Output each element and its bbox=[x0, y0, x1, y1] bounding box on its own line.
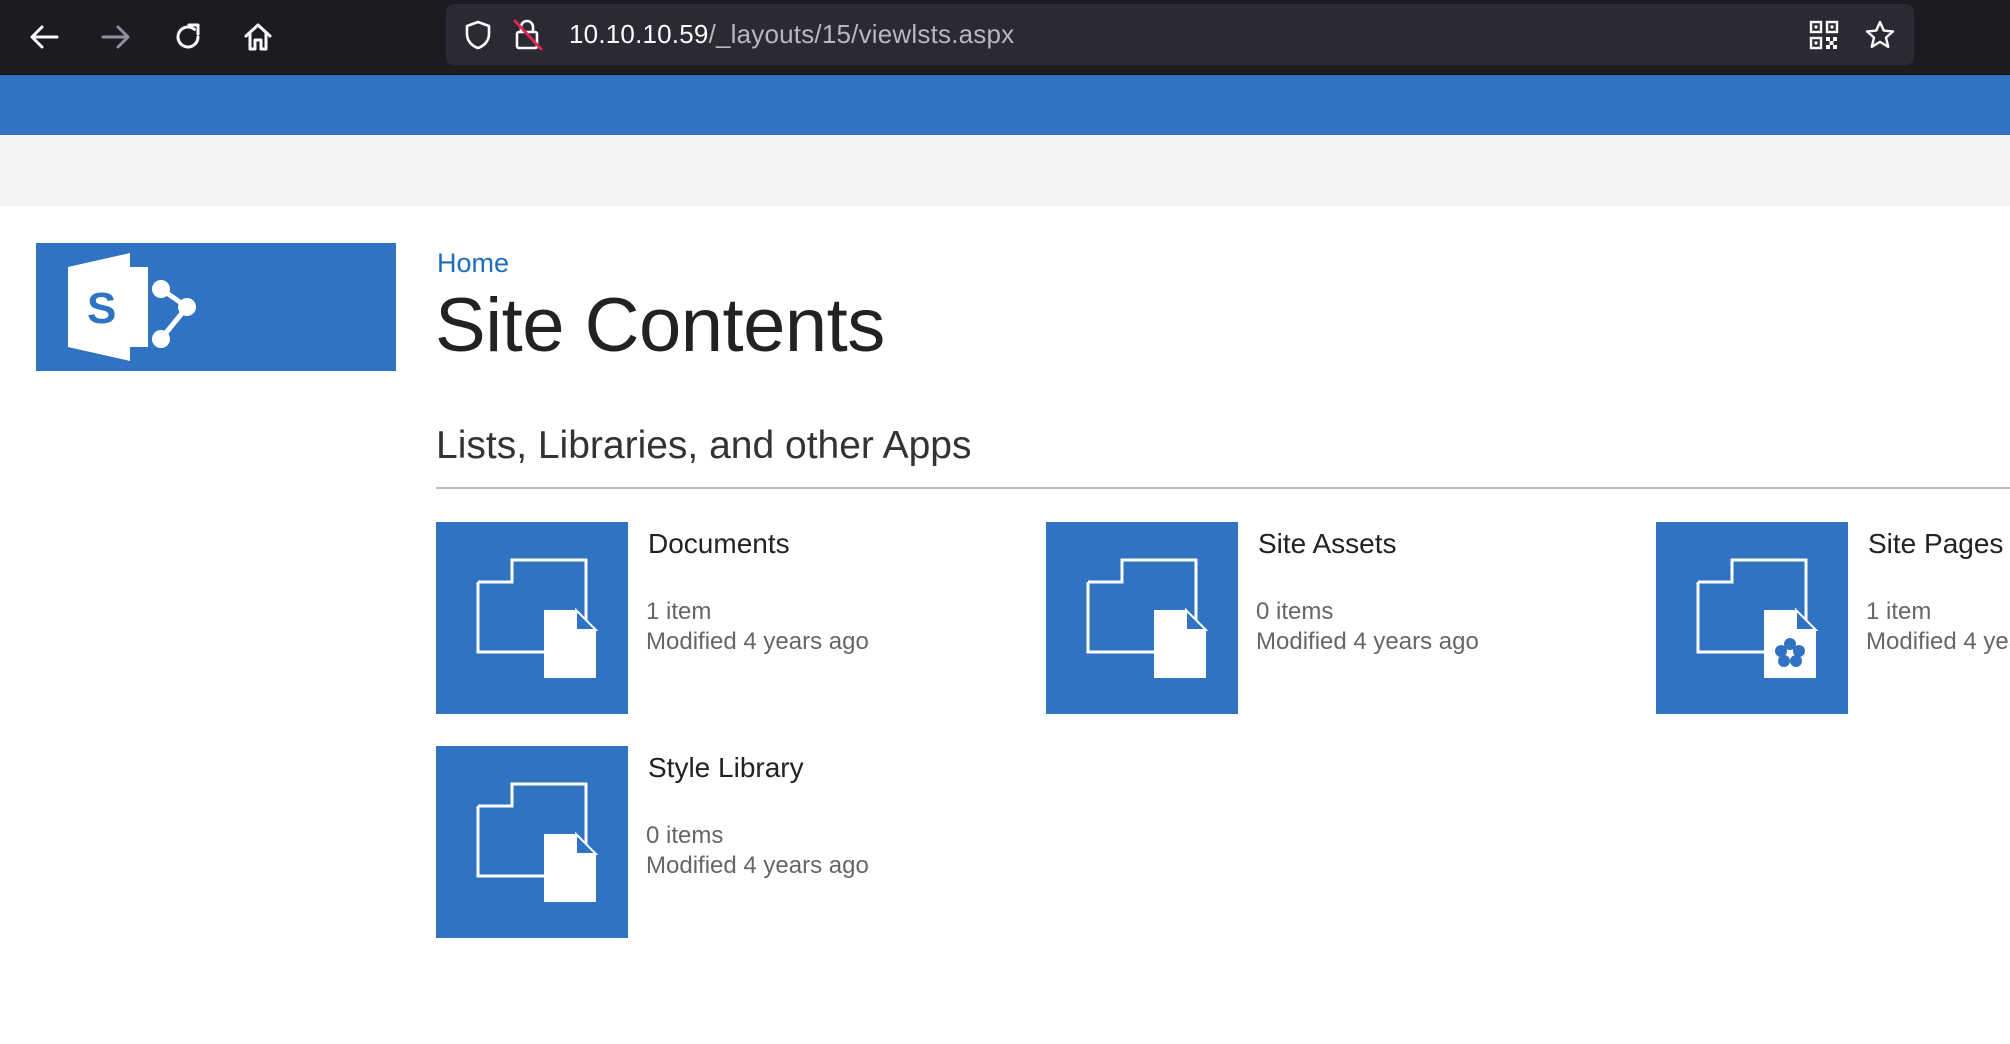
qr-code-icon[interactable] bbox=[1806, 17, 1842, 53]
svg-text:S: S bbox=[87, 284, 116, 333]
insecure-lock-icon[interactable] bbox=[510, 17, 546, 53]
reload-icon[interactable] bbox=[166, 15, 210, 59]
document-library-icon[interactable] bbox=[1046, 522, 1238, 714]
tile-title[interactable]: Documents bbox=[648, 528, 790, 560]
tile-modified: Modified 4 years ago bbox=[646, 852, 869, 879]
tile-item-count: 1 item bbox=[1866, 598, 1932, 625]
tile-modified: Modified 4 years ago bbox=[646, 628, 869, 655]
document-library-icon[interactable] bbox=[436, 746, 628, 938]
site-pages-library-icon[interactable] bbox=[1656, 522, 1848, 714]
sharepoint-logo-icon: S bbox=[68, 253, 196, 361]
tile-modified: Modified 4 yea bbox=[1866, 628, 2010, 655]
bookmark-star-icon[interactable] bbox=[1862, 17, 1898, 53]
tile-title[interactable]: Style Library bbox=[648, 752, 804, 784]
home-icon[interactable] bbox=[236, 15, 280, 59]
tile-modified: Modified 4 years ago bbox=[1256, 628, 1479, 655]
section-heading: Lists, Libraries, and other Apps bbox=[436, 424, 972, 467]
browser-toolbar: 10.10.10.59/_layouts/15/viewlsts.aspx bbox=[0, 0, 2010, 75]
app-tile-documents[interactable]: Documents 1 item Modified 4 years ago bbox=[436, 522, 1036, 714]
page-title: Site Contents bbox=[435, 283, 885, 368]
forward-arrow-icon[interactable] bbox=[94, 15, 138, 59]
app-tile-site-pages[interactable]: Site Pages 1 item Modified 4 yea bbox=[1656, 522, 2010, 714]
url-host: 10.10.10.59 bbox=[569, 19, 709, 49]
ribbon-bar bbox=[0, 135, 2010, 206]
tile-item-count: 1 item bbox=[646, 598, 712, 625]
app-tile-style-library[interactable]: Style Library 0 items Modified 4 years a… bbox=[436, 746, 1036, 938]
url-bar[interactable]: 10.10.10.59/_layouts/15/viewlsts.aspx bbox=[446, 4, 1914, 65]
back-arrow-icon[interactable] bbox=[22, 15, 66, 59]
suite-bar bbox=[0, 75, 2010, 135]
breadcrumb-home-link[interactable]: Home bbox=[437, 248, 509, 279]
document-library-icon[interactable] bbox=[436, 522, 628, 714]
site-logo[interactable]: S bbox=[36, 243, 396, 371]
tile-title[interactable]: Site Pages bbox=[1868, 528, 2003, 560]
tile-title[interactable]: Site Assets bbox=[1258, 528, 1397, 560]
url-path: /_layouts/15/viewlsts.aspx bbox=[708, 19, 1015, 49]
tile-item-count: 0 items bbox=[646, 822, 724, 849]
section-divider bbox=[436, 487, 2010, 489]
app-tile-site-assets[interactable]: Site Assets 0 items Modified 4 years ago bbox=[1046, 522, 1646, 714]
url-text[interactable]: 10.10.10.59/_layouts/15/viewlsts.aspx bbox=[569, 4, 1014, 65]
tile-item-count: 0 items bbox=[1256, 598, 1334, 625]
shield-icon[interactable] bbox=[460, 17, 496, 53]
